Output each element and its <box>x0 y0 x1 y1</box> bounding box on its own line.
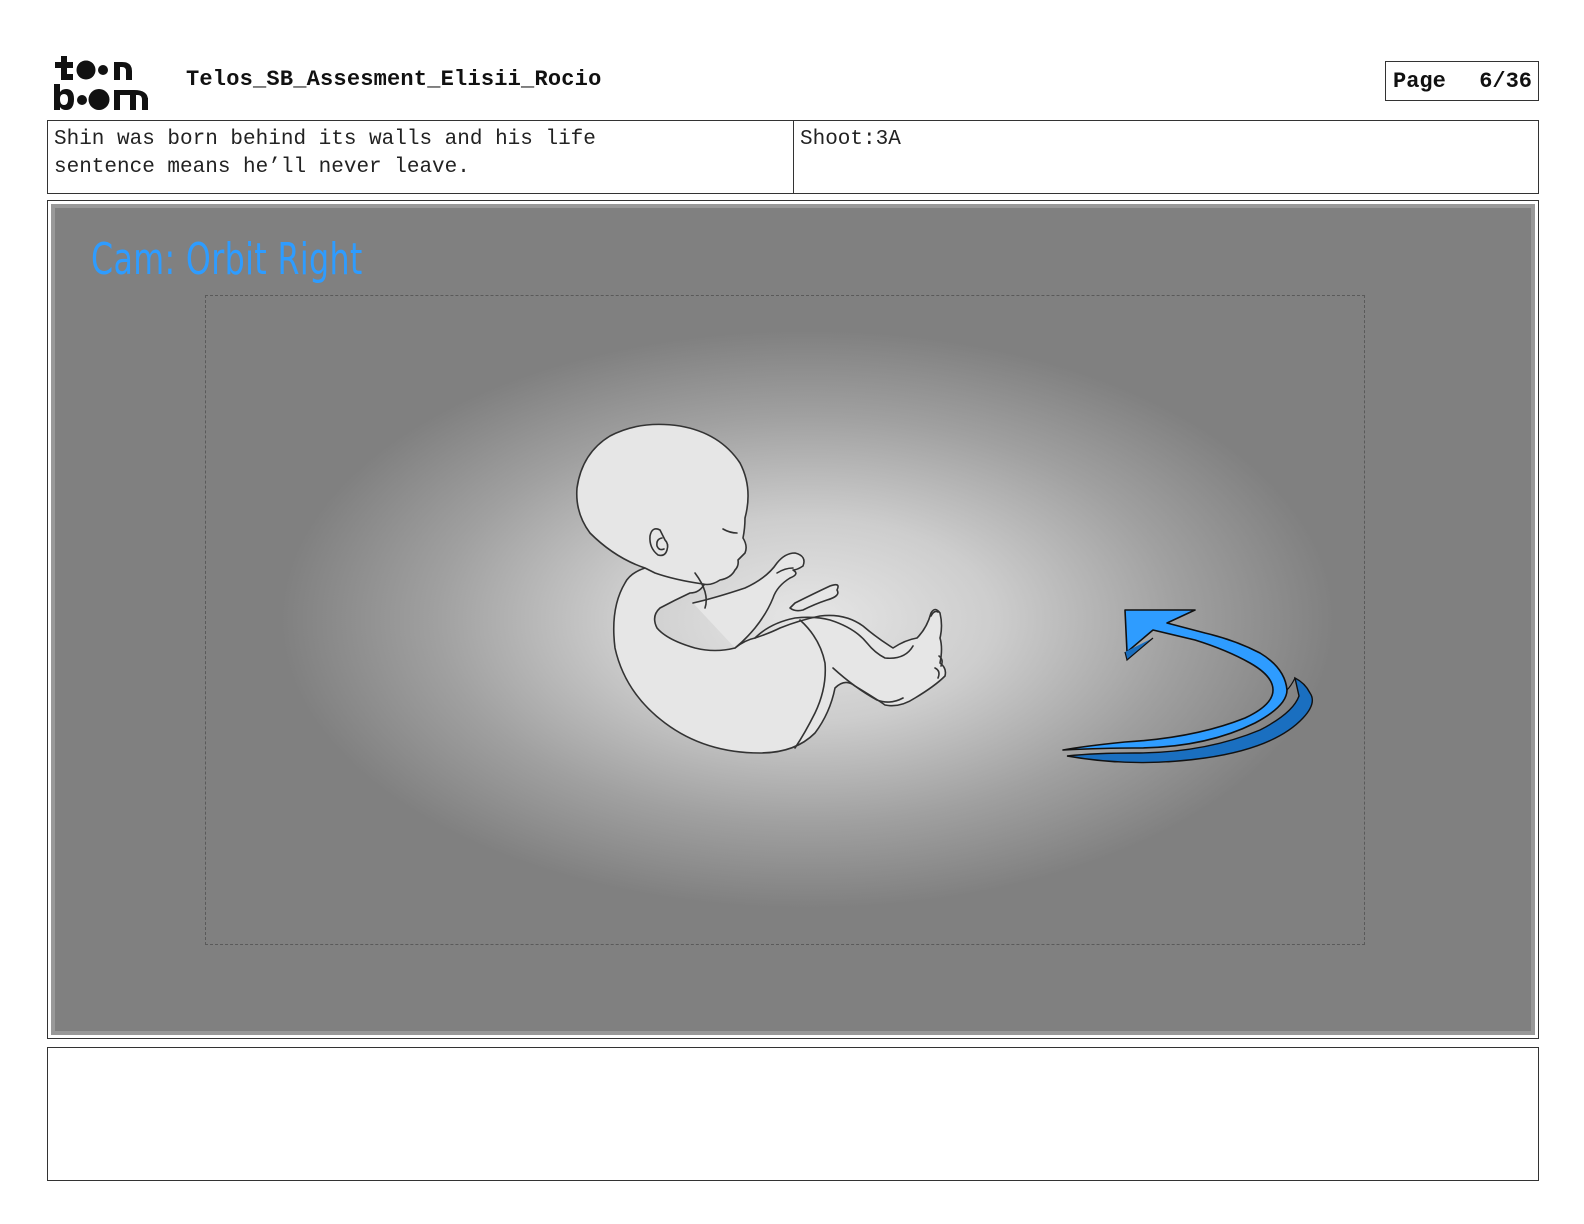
toonboom-logo <box>52 54 164 112</box>
page-number: 6/36 <box>1479 68 1532 94</box>
storyboard-panel: Cam: Orbit Right <box>47 200 1539 1039</box>
project-title: Telos_SB_Assesment_Elisii_Rocio <box>186 67 602 92</box>
toonboom-logo-mark <box>54 56 148 110</box>
page-label: Page <box>1393 68 1446 94</box>
notes-box <box>47 1047 1539 1181</box>
shoot-caption: Shoot:3A <box>800 128 901 151</box>
caption-row: Shin was born behind its walls and his l… <box>47 120 1539 194</box>
dialogue-caption: Shin was born behind its walls and his l… <box>48 121 794 193</box>
page-indicator: Page 6/36 <box>1385 61 1539 101</box>
fetus-drawing-icon <box>575 423 947 754</box>
panel-image: Cam: Orbit Right <box>51 204 1535 1035</box>
curved-arrow-icon <box>1062 609 1313 764</box>
panel-artwork <box>575 423 1313 764</box>
